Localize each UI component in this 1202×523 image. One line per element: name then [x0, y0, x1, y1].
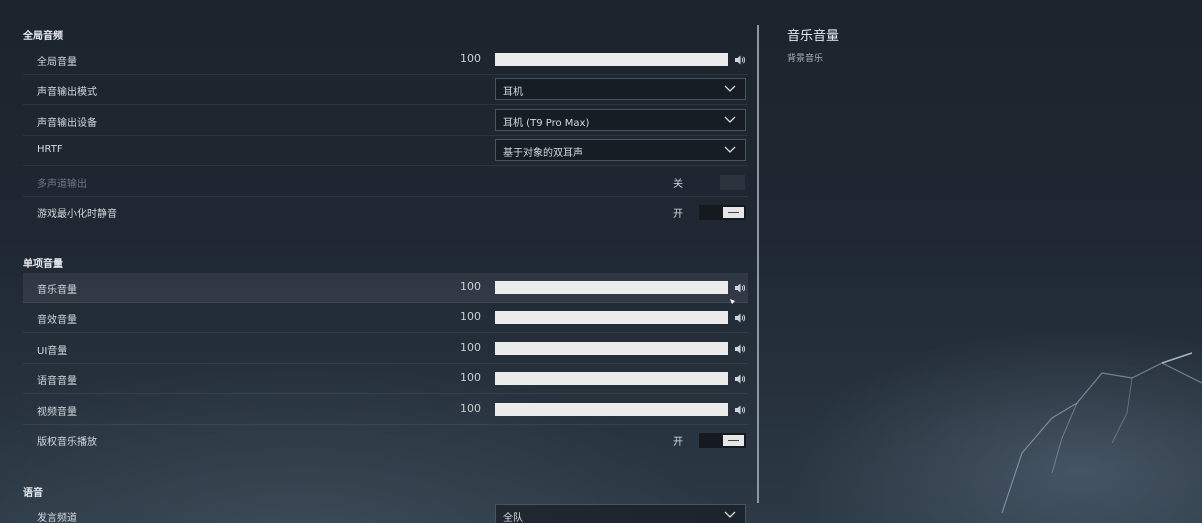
speaker-icon[interactable]: [734, 312, 746, 324]
mute-minimized-toggle[interactable]: [699, 205, 746, 220]
slider-fill: [495, 311, 728, 324]
hrtf-selected: 基于对象的双耳声: [503, 148, 583, 159]
licensed-music-toggle[interactable]: [699, 433, 746, 448]
master-volume-value: 100: [460, 52, 481, 65]
row-sfx-volume[interactable]: 音效音量 100: [23, 303, 748, 333]
music-volume-slider[interactable]: [495, 281, 728, 294]
multichannel-state: 关: [673, 179, 683, 190]
master-volume-label: 全局音量: [37, 57, 77, 68]
ui-volume-value: 100: [460, 341, 481, 354]
licensed-music-state: 开: [673, 437, 683, 448]
chevron-down-icon: [724, 116, 736, 123]
music-volume-label: 音乐音量: [37, 285, 77, 296]
row-voice-channel[interactable]: 发言频道 全队: [23, 501, 748, 523]
sfx-volume-label: 音效音量: [37, 315, 77, 326]
sfx-volume-value: 100: [460, 310, 481, 323]
row-video-volume[interactable]: 视频音量 100: [23, 395, 748, 425]
speaker-icon[interactable]: [734, 343, 746, 355]
section-voice: 语音: [23, 488, 43, 499]
video-volume-label: 视频音量: [37, 407, 77, 418]
row-hrtf[interactable]: HRTF 基于对象的双耳声: [23, 136, 748, 166]
toggle-knob: [723, 207, 744, 218]
row-multichannel: 多声道输出 关: [23, 167, 748, 197]
lightning-background: [1001, 352, 1202, 514]
multichannel-label: 多声道输出: [37, 179, 87, 190]
mute-minimized-state: 开: [673, 209, 683, 220]
hrtf-label: HRTF: [37, 144, 63, 155]
video-volume-slider[interactable]: [495, 403, 728, 416]
voice-channel-label: 发言频道: [37, 513, 77, 523]
row-master-volume[interactable]: 全局音量 100: [23, 45, 748, 75]
row-music-volume[interactable]: 音乐音量 100: [23, 273, 748, 303]
row-licensed-music[interactable]: 版权音乐播放 开: [23, 425, 748, 455]
row-output-mode[interactable]: 声音输出模式 耳机: [23, 75, 748, 105]
slider-fill: [495, 281, 728, 294]
output-device-selected: 耳机 (T9 Pro Max): [503, 118, 590, 129]
music-volume-value: 100: [460, 280, 481, 293]
voice-channel-selected: 全队: [503, 513, 523, 523]
video-volume-value: 100: [460, 402, 481, 415]
output-mode-selected: 耳机: [503, 87, 523, 98]
row-output-device[interactable]: 声音输出设备 耳机 (T9 Pro Max): [23, 106, 748, 136]
chevron-down-icon: [724, 146, 736, 153]
speaker-icon[interactable]: [734, 404, 746, 416]
slider-fill: [495, 403, 728, 416]
section-individual-volume: 单项音量: [23, 259, 63, 270]
master-volume-slider[interactable]: [495, 53, 728, 66]
row-voice-volume[interactable]: 语音音量 100: [23, 364, 748, 394]
output-mode-dropdown[interactable]: 耳机: [495, 78, 746, 100]
slider-fill: [495, 342, 728, 355]
ui-volume-slider[interactable]: [495, 342, 728, 355]
voice-channel-dropdown[interactable]: 全队: [495, 504, 746, 523]
output-device-dropdown[interactable]: 耳机 (T9 Pro Max): [495, 109, 746, 131]
output-device-label: 声音输出设备: [37, 118, 97, 129]
voice-volume-value: 100: [460, 371, 481, 384]
detail-description: 背景音乐: [787, 54, 824, 64]
settings-panel: 全局音频 全局音量 100 声音输出模式 耳机 声音输出设备 耳机 (T9 Pr…: [0, 0, 757, 523]
slider-fill: [495, 53, 728, 66]
toggle-knob: [723, 435, 744, 446]
scrollbar[interactable]: [757, 25, 759, 503]
row-ui-volume[interactable]: UI音量 100: [23, 334, 748, 364]
speaker-icon[interactable]: [734, 54, 746, 66]
row-mute-minimized[interactable]: 游戏最小化时静音 开: [23, 197, 748, 227]
speaker-icon[interactable]: [734, 282, 746, 294]
sfx-volume-slider[interactable]: [495, 311, 728, 324]
multichannel-toggle: [720, 175, 745, 190]
chevron-down-icon: [724, 511, 736, 518]
voice-volume-slider[interactable]: [495, 372, 728, 385]
licensed-music-label: 版权音乐播放: [37, 437, 97, 448]
section-global-audio: 全局音频: [23, 31, 63, 42]
chevron-down-icon: [724, 85, 736, 92]
hrtf-dropdown[interactable]: 基于对象的双耳声: [495, 139, 746, 161]
mouse-cursor-icon: [730, 299, 735, 304]
ui-volume-label: UI音量: [37, 346, 68, 357]
output-mode-label: 声音输出模式: [37, 87, 97, 98]
slider-fill: [495, 372, 728, 385]
detail-title: 音乐音量: [787, 29, 840, 44]
voice-volume-label: 语音音量: [37, 376, 77, 387]
mute-minimized-label: 游戏最小化时静音: [37, 209, 117, 220]
speaker-icon[interactable]: [734, 373, 746, 385]
